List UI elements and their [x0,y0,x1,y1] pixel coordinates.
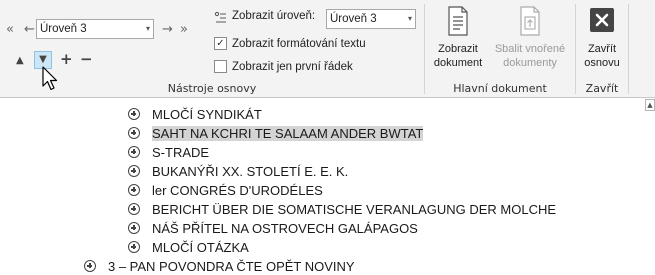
outline-item[interactable]: S-TRADE [128,143,209,161]
expand-plus-icon[interactable] [128,127,140,139]
close-outline-view-button[interactable]: Zavřít osnovu [578,4,626,70]
outline-item[interactable]: BERICHT ÜBER DIE SOMATISCHE VERANLAGUNG … [128,200,556,218]
demote-button[interactable]: → [162,23,173,37]
expand-plus-icon[interactable] [128,222,140,234]
collapse-subdocuments-label-line1: Sbalit vnořené [494,43,566,55]
group-label-close: Zavřít [585,82,619,95]
outline-chapter-text: 3 – PAN POVONDRA ČTE OPĚT NOVINY [108,258,355,274]
expand-plus-icon[interactable] [128,146,140,158]
group-separator [424,4,425,94]
show-document-button[interactable]: Zobrazit dokument [428,4,488,70]
outline-item-text: BERICHT ÜBER DIE SOMATISCHE VERANLAGUNG … [152,201,557,217]
show-level-value: Úroveň 3 [330,13,377,25]
outline-item-text-selected: SAHT NA KCHRI TE SALAAM ANDER BWTAT [152,125,424,141]
outline-item-text: MLOČÍ SYNDIKÁT [152,106,262,122]
show-text-formatting-checkbox[interactable]: ✓ Zobrazit formátování textu [214,37,366,50]
outline-document-area[interactable]: ▲ MLOČÍ SYNDIKÁT SAHT NA KCHRI TE SALAAM… [0,99,655,275]
close-outline-label-line1: Zavřít [587,43,617,55]
outline-item[interactable]: SAHT NA KCHRI TE SALAAM ANDER BWTAT [128,124,424,142]
show-document-label-line1: Zobrazit [438,43,478,55]
show-document-label-line2: dokument [433,57,483,69]
scroll-up-arrow[interactable]: ▲ [645,99,655,111]
collapse-button[interactable]: − [80,52,93,67]
outline-item-text: S-TRADE [152,144,210,160]
outline-item-text: BUKANÝŘI XX. STOLETÍ E. E. K. [152,163,349,179]
expand-plus-icon[interactable] [128,203,140,215]
expand-button[interactable]: + [60,52,73,67]
expand-plus-icon[interactable] [128,165,140,177]
show-level-combo[interactable]: Úroveň 3 ▾ [326,9,416,29]
group-label-master-document: Hlavní dokument [453,82,547,95]
outline-item-text: MLOČÍ OTÁZKA [152,239,249,255]
promote-to-heading-1-button[interactable]: « [6,23,14,37]
collapse-subdocuments-button[interactable]: Sbalit vnořené dokumenty [489,4,571,70]
outlining-ribbon: « ← Úroveň 3 ▾ → » ▲ ▼ + − Zobrazit úrov… [0,0,655,98]
close-icon [590,8,614,32]
show-level-icon [214,10,228,24]
outline-level-value: Úroveň 3 [40,23,87,35]
group-separator [628,4,629,94]
demote-to-body-text-button[interactable]: » [180,23,188,37]
collapse-subdocuments-icon [517,4,543,38]
outline-item[interactable]: BUKANÝŘI XX. STOLETÍ E. E. K. [128,162,348,180]
outline-item-text: ler CONGRÉS D'URODÉLES [152,182,323,198]
chevron-down-icon: ▾ [145,24,150,33]
outline-item[interactable]: NÁŠ PŘÍTEL NA OSTROVECH GALÁPAGOS [128,219,418,237]
expand-plus-icon[interactable] [128,184,140,196]
outline-chapter-heading[interactable]: 3 – PAN POVONDRA ČTE OPĚT NOVINY [84,257,355,275]
show-first-line-only-label: Zobrazit jen první řádek [232,60,353,73]
show-first-line-only-checkbox[interactable]: Zobrazit jen první řádek [214,60,353,73]
show-level-label: Zobrazit úroveň: [232,10,316,22]
outline-item-text: NÁŠ PŘÍTEL NA OSTROVECH GALÁPAGOS [152,220,418,236]
group-separator [575,4,576,94]
expand-plus-icon[interactable] [128,108,140,120]
outline-item[interactable]: MLOČÍ OTÁZKA [128,238,249,256]
show-document-icon [445,4,471,38]
expand-plus-icon[interactable] [128,241,140,253]
expand-plus-icon[interactable] [84,260,96,272]
outline-level-combo[interactable]: Úroveň 3 ▾ [36,19,154,39]
chevron-down-icon: ▾ [407,14,412,23]
group-label-outline-tools: Nástroje osnovy [167,82,257,95]
show-text-formatting-label: Zobrazit formátování textu [232,37,366,50]
outline-item[interactable]: MLOČÍ SYNDIKÁT [128,105,262,123]
move-up-button[interactable]: ▲ [16,54,24,68]
checkbox-box [214,60,227,73]
promote-button[interactable]: ← [24,23,35,37]
close-outline-label-line2: osnovu [584,57,620,69]
checkmark-icon: ✓ [214,37,227,50]
outline-item[interactable]: ler CONGRÉS D'URODÉLES [128,181,323,199]
collapse-subdocuments-label-line2: dokumenty [503,57,557,69]
